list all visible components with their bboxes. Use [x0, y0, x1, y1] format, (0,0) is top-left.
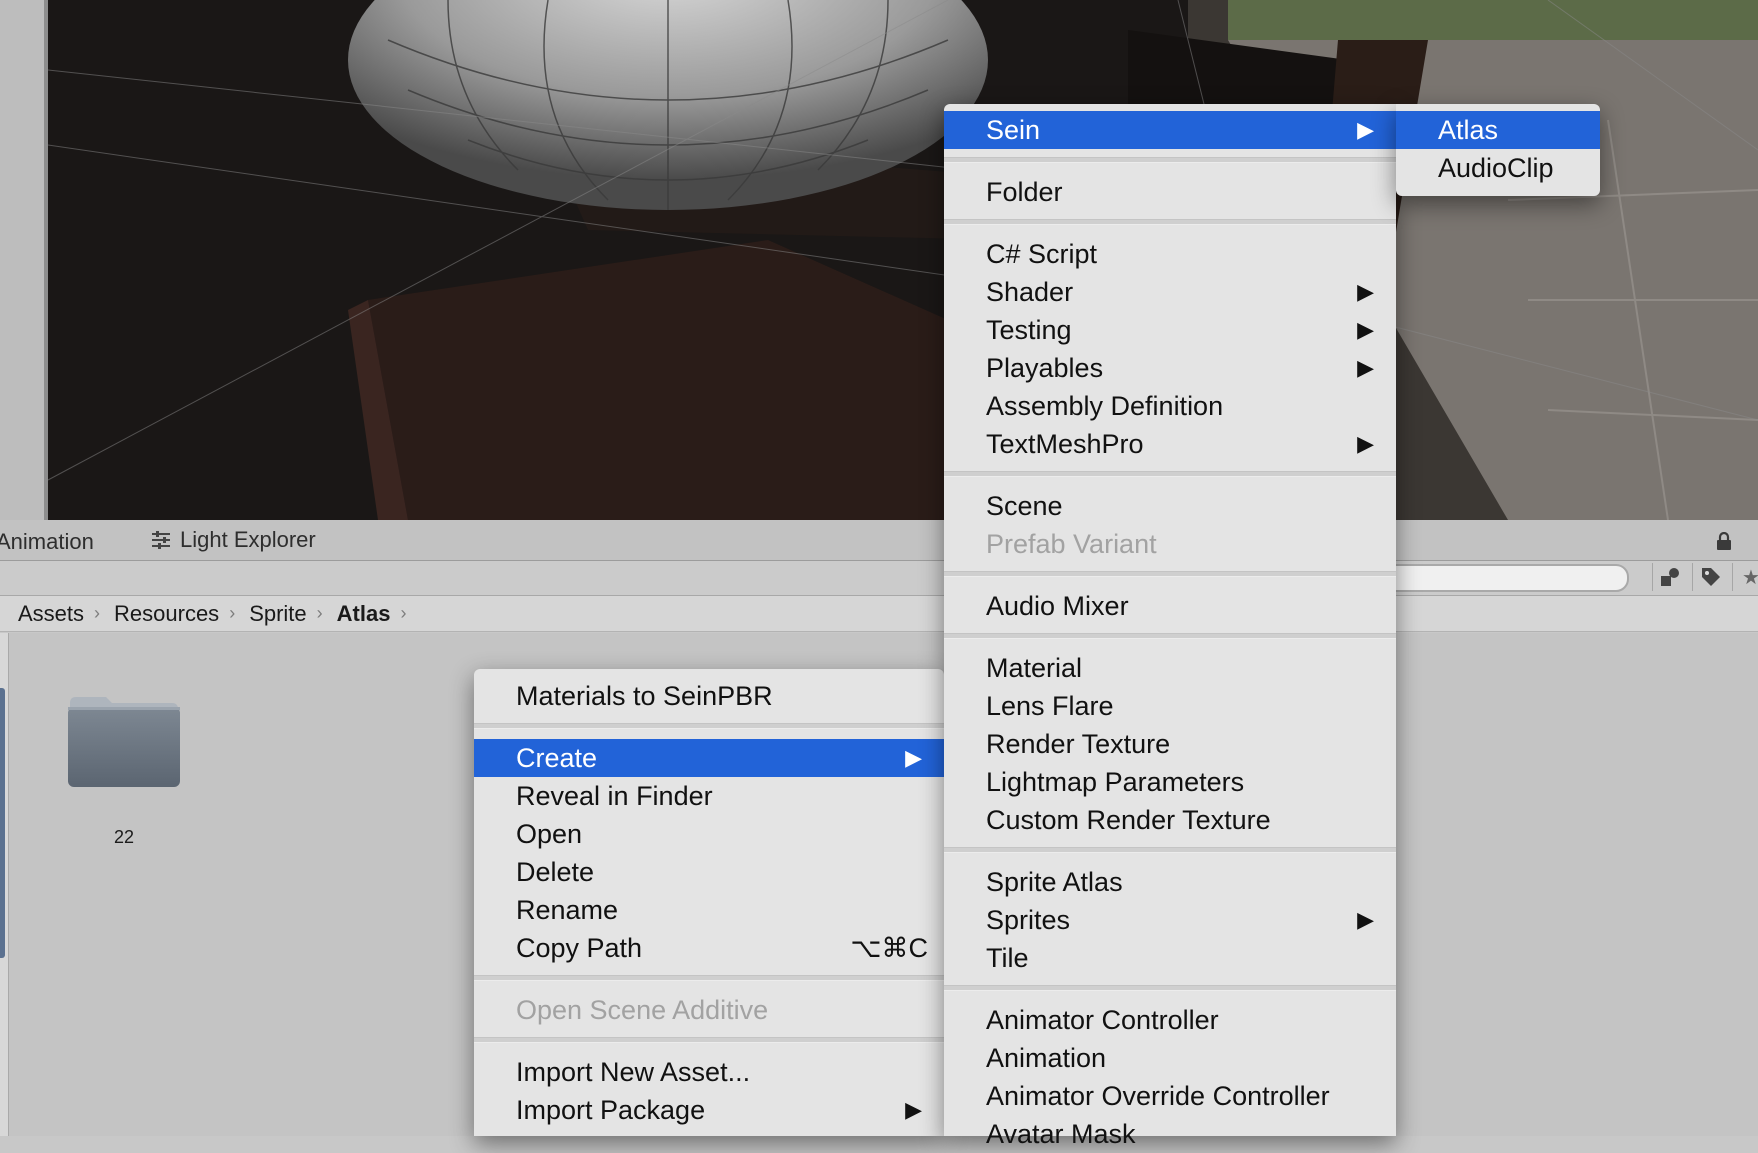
submenu-arrow-icon: ▶ — [1357, 317, 1374, 342]
menu-item-reveal-in-finder[interactable]: Reveal in Finder — [474, 777, 944, 815]
breadcrumb: Assets › Resources › Sprite › Atlas › — [0, 596, 1758, 632]
menu-separator — [944, 571, 1396, 577]
menu-item-material[interactable]: Material — [944, 649, 1396, 687]
folder-name: 22 — [113, 827, 135, 847]
menu-separator — [944, 985, 1396, 991]
menu-item-folder[interactable]: Folder — [944, 173, 1396, 211]
folder-item[interactable]: 22 — [66, 691, 182, 847]
scene-viewport-graphic — [48, 0, 1758, 520]
menu-item-render-texture[interactable]: Render Texture — [944, 725, 1396, 763]
star-icon: ★ — [1742, 566, 1758, 589]
chevron-right-icon: › — [94, 603, 101, 623]
lock-icon[interactable] — [1716, 532, 1732, 550]
selection-accent — [0, 688, 5, 958]
folder-icon — [68, 697, 180, 787]
submenu-arrow-icon: ▶ — [905, 1097, 922, 1122]
menu-separator — [474, 975, 944, 981]
sein-submenu: Atlas AudioClip — [1396, 104, 1600, 196]
menu-item-delete[interactable]: Delete — [474, 853, 944, 891]
breadcrumb-atlas[interactable]: Atlas — [337, 601, 391, 627]
breadcrumb-sprite[interactable]: Sprite — [249, 601, 306, 627]
menu-item-import-new-asset[interactable]: Import New Asset... — [474, 1053, 944, 1091]
context-menu: Materials to SeinPBR Create ▶ Reveal in … — [474, 669, 944, 1136]
chevron-right-icon: › — [316, 603, 323, 623]
copy-path-shortcut: ⌥⌘C — [850, 933, 928, 963]
menu-item-sprite-atlas[interactable]: Sprite Atlas — [944, 863, 1396, 901]
menu-item-shader[interactable]: Shader ▶ — [944, 273, 1396, 311]
menu-item-rename[interactable]: Rename — [474, 891, 944, 929]
menu-item-open-scene-additive: Open Scene Additive — [516, 995, 769, 1025]
menu-item-audio-mixer[interactable]: Audio Mixer — [944, 587, 1396, 625]
tab-light-explorer[interactable]: Light Explorer — [150, 520, 316, 560]
menu-item-avatar-mask[interactable]: Avatar Mask — [944, 1115, 1396, 1153]
menu-item-materials-to-seinpbr[interactable]: Materials to SeinPBR — [474, 677, 944, 715]
chevron-right-icon: › — [400, 603, 407, 623]
menu-separator — [944, 471, 1396, 477]
submenu-arrow-icon: ▶ — [905, 745, 922, 770]
menu-separator — [944, 633, 1396, 639]
breadcrumb-resources[interactable]: Resources — [114, 601, 219, 627]
menu-item-textmeshpro[interactable]: TextMeshPro ▶ — [944, 425, 1396, 463]
filter-by-label-button[interactable] — [1692, 563, 1729, 591]
shapes-icon — [1661, 568, 1679, 586]
sliders-icon — [152, 531, 170, 549]
menu-separator — [474, 723, 944, 729]
tag-icon — [1702, 568, 1720, 586]
menu-item-copy-path[interactable]: Copy Path ⌥⌘C — [474, 929, 944, 967]
favorites-button[interactable]: ★ — [1732, 563, 1758, 591]
scene-left-panel — [0, 0, 48, 520]
submenu-arrow-icon: ▶ — [1357, 355, 1374, 380]
menu-item-animator-controller[interactable]: Animator Controller — [944, 1001, 1396, 1039]
menu-item-import-package[interactable]: Import Package ▶ — [474, 1091, 944, 1129]
menu-separator — [474, 1037, 944, 1043]
menu-item-tile[interactable]: Tile — [944, 939, 1396, 977]
menu-item-custom-render-texture[interactable]: Custom Render Texture — [944, 801, 1396, 839]
menu-item-csharp-script[interactable]: C# Script — [944, 235, 1396, 273]
menu-item-assembly-definition[interactable]: Assembly Definition — [944, 387, 1396, 425]
project-toolbar: ★ — [0, 561, 1758, 596]
filter-by-type-button[interactable] — [1652, 563, 1689, 591]
menu-item-open[interactable]: Open — [474, 815, 944, 853]
menu-item-atlas[interactable]: Atlas — [1396, 111, 1600, 149]
menu-separator — [944, 847, 1396, 853]
menu-separator — [944, 219, 1396, 225]
breadcrumb-assets[interactable]: Assets — [18, 601, 84, 627]
tab-animation[interactable]: Animation — [0, 520, 94, 560]
menu-item-sein[interactable]: Sein ▶ — [944, 111, 1396, 149]
menu-item-animator-override-controller[interactable]: Animator Override Controller — [944, 1077, 1396, 1115]
submenu-arrow-icon: ▶ — [1357, 431, 1374, 456]
menu-item-sprites[interactable]: Sprites ▶ — [944, 901, 1396, 939]
submenu-arrow-icon: ▶ — [1357, 907, 1374, 932]
menu-separator — [944, 157, 1396, 163]
submenu-arrow-icon: ▶ — [1357, 279, 1374, 304]
menu-item-playables[interactable]: Playables ▶ — [944, 349, 1396, 387]
menu-item-lens-flare[interactable]: Lens Flare — [944, 687, 1396, 725]
menu-item-animation[interactable]: Animation — [944, 1039, 1396, 1077]
menu-item-testing[interactable]: Testing ▶ — [944, 311, 1396, 349]
menu-item-audioclip[interactable]: AudioClip — [1396, 149, 1600, 187]
panel-tab-bar: Animation Light Explorer — [0, 520, 1758, 561]
chevron-right-icon: › — [229, 603, 236, 623]
submenu-arrow-icon: ▶ — [1357, 117, 1374, 142]
create-submenu: Sein ▶ Folder C# Script Shader ▶ Testing… — [944, 104, 1396, 1149]
scene-view[interactable] — [0, 0, 1758, 520]
tab-light-explorer-label: Light Explorer — [180, 527, 316, 552]
menu-item-create[interactable]: Create ▶ — [474, 739, 944, 777]
menu-item-lightmap-parameters[interactable]: Lightmap Parameters — [944, 763, 1396, 801]
menu-item-prefab-variant: Prefab Variant — [986, 529, 1157, 559]
menu-item-scene[interactable]: Scene — [944, 487, 1396, 525]
